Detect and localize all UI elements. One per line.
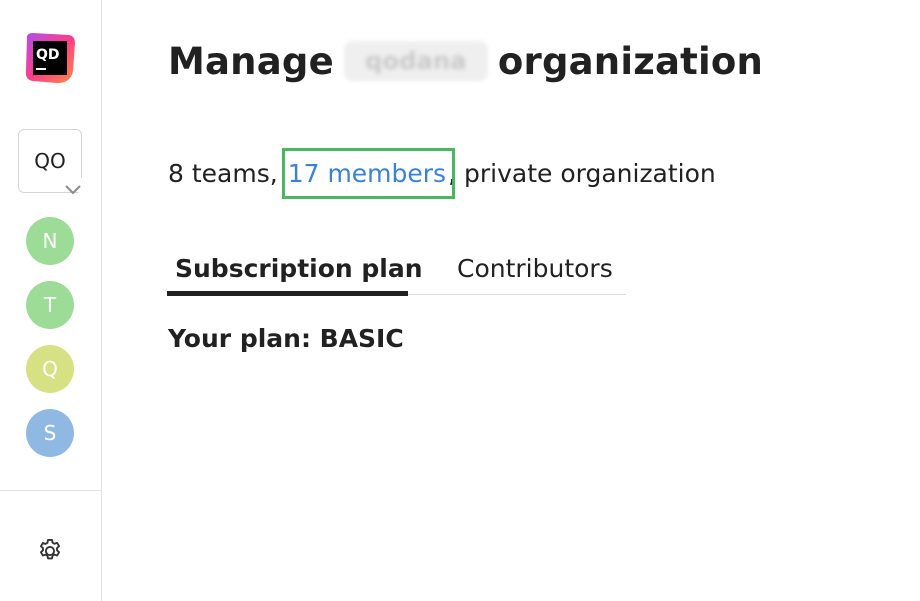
sidebar-divider — [0, 490, 102, 491]
tab-contributors[interactable]: Contributors — [408, 242, 613, 294]
avatar-letter: T — [43, 293, 57, 317]
gear-icon[interactable] — [36, 537, 64, 565]
qodana-logo-icon[interactable]: QD — [23, 31, 77, 85]
tab-label: Contributors — [457, 253, 613, 283]
tabs: Subscription plan Contributors — [167, 242, 626, 296]
avatar-n[interactable]: N — [26, 217, 74, 265]
org-switcher-button[interactable]: QO — [18, 129, 83, 195]
title-prefix: Manage — [168, 39, 334, 83]
avatar-letter: S — [43, 421, 57, 445]
tab-subscription-plan[interactable]: Subscription plan — [167, 242, 423, 296]
org-switcher-label: QO — [34, 149, 66, 173]
avatar-letter: N — [42, 229, 58, 253]
avatar-q[interactable]: Q — [26, 345, 74, 393]
logo-text: QD — [36, 47, 60, 63]
plan-label: Your plan: BASIC — [168, 324, 404, 353]
tab-label: Subscription plan — [175, 253, 423, 283]
members-link-label: 17 members — [287, 158, 447, 188]
members-link[interactable]: 17 members — [281, 147, 456, 199]
org-summary: 8 teams, 17 members , private organizati… — [168, 147, 716, 199]
avatar-t[interactable]: T — [26, 281, 74, 329]
avatar-letter: Q — [42, 357, 58, 381]
page-title: Manage qodana organization — [168, 38, 763, 84]
chevron-down-icon — [63, 178, 83, 195]
org-name-redacted: qodana — [343, 41, 488, 81]
teams-count: 8 teams, — [168, 158, 278, 188]
sidebar: QD QO N T Q S — [0, 0, 102, 601]
avatar-s[interactable]: S — [26, 409, 74, 457]
title-suffix: organization — [497, 39, 764, 83]
org-visibility: , private organization — [448, 158, 716, 188]
